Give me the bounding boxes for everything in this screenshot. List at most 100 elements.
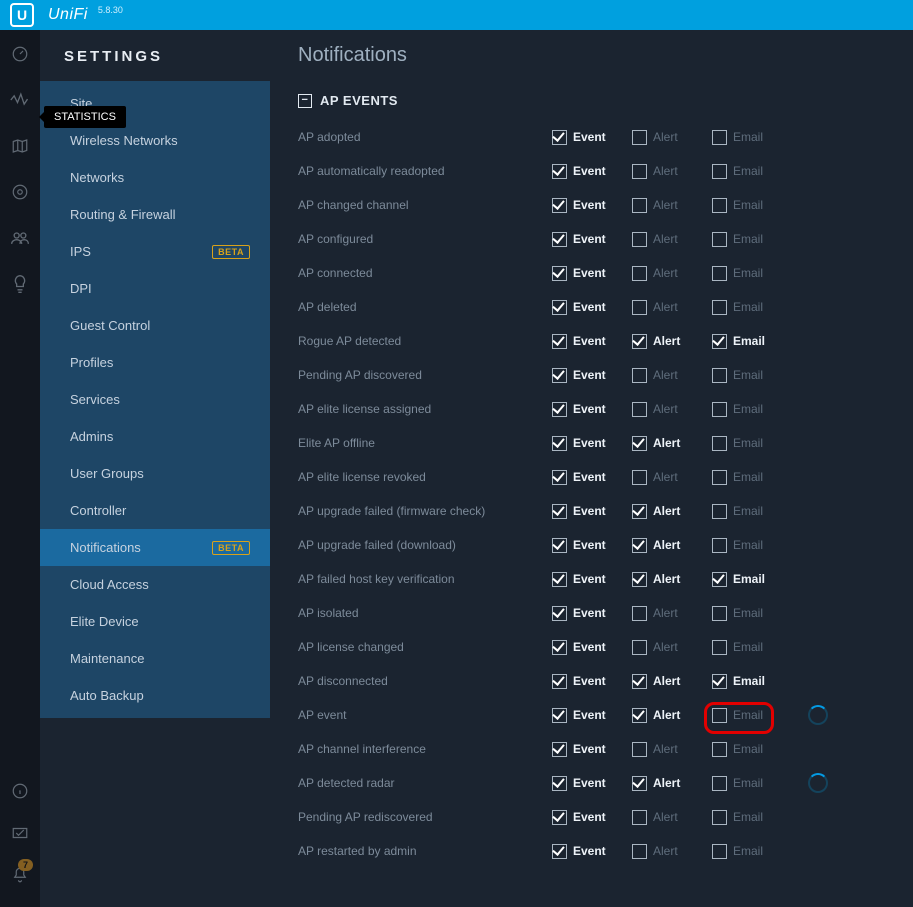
alerts-icon[interactable]: 7 xyxy=(10,865,30,885)
event-checkbox[interactable] xyxy=(552,674,567,689)
email-checkbox[interactable] xyxy=(712,708,727,723)
alert-checkbox[interactable] xyxy=(632,538,647,553)
event-checkbox[interactable] xyxy=(552,470,567,485)
nav-item-admins[interactable]: Admins xyxy=(40,418,270,455)
event-cell: Event xyxy=(552,708,612,723)
nav-item-user-groups[interactable]: User Groups xyxy=(40,455,270,492)
statistics-tooltip: STATISTICS xyxy=(44,106,126,128)
event-checkbox[interactable] xyxy=(552,402,567,417)
alert-checkbox[interactable] xyxy=(632,470,647,485)
email-checkbox[interactable] xyxy=(712,266,727,281)
event-row-label: Pending AP discovered xyxy=(298,368,552,382)
nav-item-ips[interactable]: IPSBETA xyxy=(40,233,270,270)
map-icon[interactable] xyxy=(10,136,30,156)
alert-checkbox[interactable] xyxy=(632,674,647,689)
alert-checkbox[interactable] xyxy=(632,742,647,757)
alert-checkbox[interactable] xyxy=(632,368,647,383)
nav-item-dpi[interactable]: DPI xyxy=(40,270,270,307)
alert-checkbox[interactable] xyxy=(632,776,647,791)
event-checkbox[interactable] xyxy=(552,266,567,281)
email-checkbox[interactable] xyxy=(712,640,727,655)
event-checkbox[interactable] xyxy=(552,776,567,791)
alert-checkbox[interactable] xyxy=(632,164,647,179)
nav-item-networks[interactable]: Networks xyxy=(40,159,270,196)
event-checkbox[interactable] xyxy=(552,300,567,315)
alert-checkbox[interactable] xyxy=(632,266,647,281)
email-checkbox[interactable] xyxy=(712,334,727,349)
alert-checkbox[interactable] xyxy=(632,334,647,349)
nav-item-profiles[interactable]: Profiles xyxy=(40,344,270,381)
collapse-icon[interactable]: − xyxy=(298,94,312,108)
nav-item-guest-control[interactable]: Guest Control xyxy=(40,307,270,344)
email-checkbox[interactable] xyxy=(712,844,727,859)
insights-icon[interactable] xyxy=(10,274,30,294)
alert-checkbox[interactable] xyxy=(632,436,647,451)
dashboard-icon[interactable] xyxy=(10,44,30,64)
email-checkbox[interactable] xyxy=(712,810,727,825)
alert-checkbox[interactable] xyxy=(632,232,647,247)
email-checkbox[interactable] xyxy=(712,606,727,621)
event-checkbox[interactable] xyxy=(552,198,567,213)
nav-item-auto-backup[interactable]: Auto Backup xyxy=(40,677,270,714)
email-checkbox[interactable] xyxy=(712,436,727,451)
nav-item-services[interactable]: Services xyxy=(40,381,270,418)
alert-checkbox[interactable] xyxy=(632,300,647,315)
nav-item-cloud-access[interactable]: Cloud Access xyxy=(40,566,270,603)
email-checkbox[interactable] xyxy=(712,538,727,553)
event-checkbox[interactable] xyxy=(552,708,567,723)
email-checkbox[interactable] xyxy=(712,130,727,145)
email-checkbox[interactable] xyxy=(712,368,727,383)
event-checkbox[interactable] xyxy=(552,538,567,553)
alert-checkbox[interactable] xyxy=(632,708,647,723)
alert-checkbox[interactable] xyxy=(632,402,647,417)
event-checkbox[interactable] xyxy=(552,742,567,757)
alert-label: Alert xyxy=(653,504,680,518)
event-checkbox[interactable] xyxy=(552,334,567,349)
event-checkbox[interactable] xyxy=(552,130,567,145)
event-checkbox[interactable] xyxy=(552,572,567,587)
devices-icon[interactable] xyxy=(10,182,30,202)
alert-checkbox[interactable] xyxy=(632,640,647,655)
email-checkbox[interactable] xyxy=(712,402,727,417)
clients-icon[interactable] xyxy=(10,228,30,248)
email-checkbox[interactable] xyxy=(712,300,727,315)
alert-label: Alert xyxy=(653,844,678,858)
event-checkbox[interactable] xyxy=(552,232,567,247)
nav-item-notifications[interactable]: NotificationsBETA xyxy=(40,529,270,566)
alert-checkbox[interactable] xyxy=(632,606,647,621)
alert-checkbox[interactable] xyxy=(632,572,647,587)
info-icon[interactable] xyxy=(10,781,30,801)
email-checkbox[interactable] xyxy=(712,232,727,247)
nav-item-maintenance[interactable]: Maintenance xyxy=(40,640,270,677)
event-checkbox[interactable] xyxy=(552,504,567,519)
email-checkbox[interactable] xyxy=(712,776,727,791)
email-checkbox[interactable] xyxy=(712,164,727,179)
event-checkbox[interactable] xyxy=(552,164,567,179)
email-checkbox[interactable] xyxy=(712,742,727,757)
event-checkbox[interactable] xyxy=(552,640,567,655)
alert-checkbox[interactable] xyxy=(632,810,647,825)
email-label: Email xyxy=(733,742,763,756)
ack-icon[interactable] xyxy=(10,823,30,843)
event-row-label: AP upgrade failed (download) xyxy=(298,538,552,552)
event-checkbox[interactable] xyxy=(552,436,567,451)
event-checkbox[interactable] xyxy=(552,844,567,859)
alert-checkbox[interactable] xyxy=(632,130,647,145)
alert-checkbox[interactable] xyxy=(632,504,647,519)
statistics-icon[interactable] xyxy=(10,90,30,110)
alert-checkbox[interactable] xyxy=(632,198,647,213)
nav-item-routing-firewall[interactable]: Routing & Firewall xyxy=(40,196,270,233)
email-checkbox[interactable] xyxy=(712,470,727,485)
alert-checkbox[interactable] xyxy=(632,844,647,859)
alert-cell: Alert xyxy=(632,708,692,723)
email-checkbox[interactable] xyxy=(712,198,727,213)
event-checkbox[interactable] xyxy=(552,606,567,621)
section-head[interactable]: − AP EVENTS xyxy=(298,93,913,108)
nav-item-controller[interactable]: Controller xyxy=(40,492,270,529)
event-checkbox[interactable] xyxy=(552,368,567,383)
email-checkbox[interactable] xyxy=(712,504,727,519)
email-checkbox[interactable] xyxy=(712,674,727,689)
event-checkbox[interactable] xyxy=(552,810,567,825)
nav-item-elite-device[interactable]: Elite Device xyxy=(40,603,270,640)
email-checkbox[interactable] xyxy=(712,572,727,587)
